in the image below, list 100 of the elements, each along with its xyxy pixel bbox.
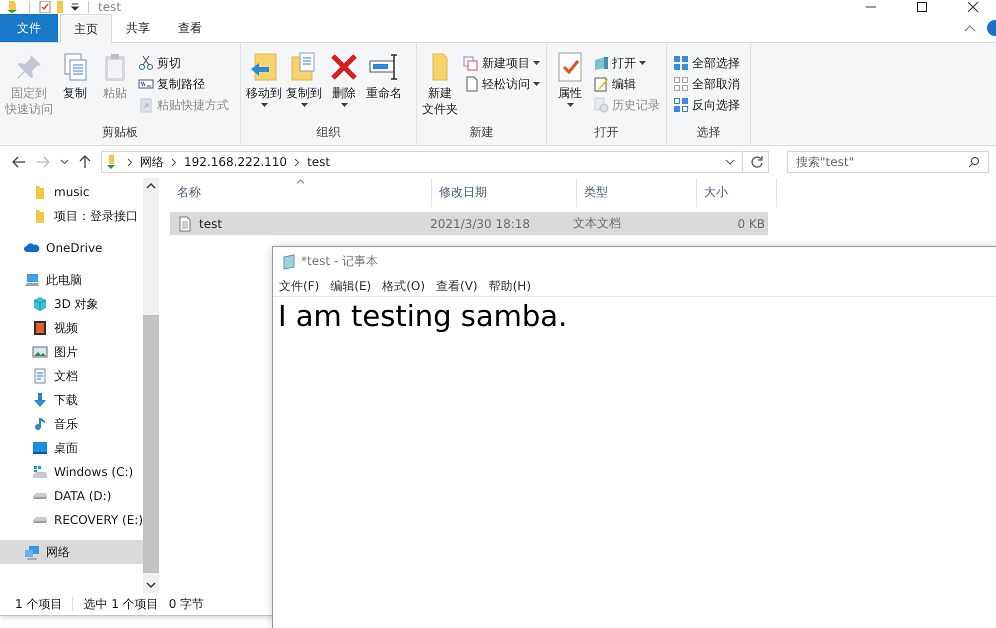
sidebar-item[interactable]: music — [0, 180, 144, 204]
ribbon-button[interactable]: 删除 — [325, 49, 363, 124]
ribbon-tab[interactable]: 共享 — [112, 14, 164, 42]
sidebar-item[interactable]: 图片 — [0, 340, 144, 364]
up-arrow-icon[interactable] — [79, 155, 91, 169]
drive-icon — [32, 516, 48, 524]
ribbon-button[interactable]: 复制到 — [285, 49, 323, 124]
ribbon-button[interactable]: 轻松访问 — [461, 74, 542, 94]
search-icon — [968, 156, 980, 168]
select-none-icon — [673, 76, 689, 92]
drive-icon — [32, 464, 48, 480]
menu-item[interactable]: 文件(F) — [279, 278, 320, 294]
sidebar-item[interactable]: DATA (D:) — [0, 484, 144, 508]
chevron-down-icon[interactable] — [60, 159, 69, 165]
group-label: 选择 — [696, 124, 722, 141]
group-label: 剪贴板 — [101, 124, 139, 141]
ribbon-button[interactable]: 移动到 — [245, 49, 283, 124]
scissors-icon — [138, 55, 154, 71]
menu-item[interactable]: 帮助(H) — [488, 278, 531, 294]
text-area[interactable]: I am testing samba. — [273, 297, 996, 335]
sidebar-item[interactable]: 网络 — [0, 540, 144, 564]
back-arrow-icon[interactable] — [12, 156, 26, 168]
column-header[interactable]: 类型 — [577, 178, 697, 207]
ribbon-button[interactable]: 属性 — [551, 49, 589, 124]
chevron-right-icon — [171, 158, 177, 166]
music-note-icon — [32, 416, 48, 432]
sidebar-item[interactable]: 视频 — [0, 316, 144, 340]
ribbon-button[interactable]: 新建项目 — [461, 53, 542, 73]
breadcrumb[interactable]: 192.168.222.110 — [184, 155, 288, 169]
item-count: 1 个项目 — [15, 596, 62, 612]
close-icon[interactable] — [967, 2, 979, 12]
sidebar-item[interactable]: 文档 — [0, 364, 144, 388]
ribbon-button[interactable]: 打开 — [591, 53, 662, 73]
scroll-thumb[interactable] — [143, 315, 160, 573]
sidebar-item[interactable]: 此电脑 — [0, 268, 144, 292]
group-label: 新建 — [468, 124, 494, 141]
ribbon-button[interactable]: 全部取消 — [671, 74, 742, 94]
new-item-icon — [463, 55, 479, 71]
column-header[interactable]: 名称 — [170, 178, 432, 207]
collapse-ribbon-icon[interactable] — [964, 24, 976, 32]
sidebar-item[interactable]: 桌面 — [0, 436, 144, 460]
ribbon-button[interactable]: 复制路径 — [136, 74, 231, 94]
file-row[interactable]: test 2021/3/30 18:18 文本文档 0 KB — [170, 212, 768, 235]
sidebar-item[interactable]: 音乐 — [0, 412, 144, 436]
edit-icon — [593, 76, 609, 92]
desktop-icon — [32, 440, 48, 456]
sidebar-item[interactable]: 3D 对象 — [0, 292, 144, 316]
notepad-icon — [281, 254, 297, 270]
table-cell: 2021/3/30 18:18 — [430, 216, 530, 230]
caret-icon[interactable] — [71, 3, 79, 11]
sidebar-item[interactable]: OneDrive — [0, 236, 144, 260]
ribbon-button[interactable]: 反向选择 — [671, 95, 742, 115]
film-icon — [32, 320, 48, 336]
breadcrumb[interactable]: 网络 — [140, 154, 164, 170]
selection-count: 选中 1 个项目 — [83, 596, 159, 612]
group-label: 打开 — [594, 124, 620, 141]
breadcrumb[interactable]: test — [307, 155, 330, 169]
table-cell: 0 KB — [737, 216, 765, 230]
sidebar-item[interactable]: 下载 — [0, 388, 144, 412]
window-title: *test - 记事本 — [301, 253, 378, 270]
invert-selection-icon — [673, 97, 689, 113]
properties-icon[interactable] — [39, 1, 51, 13]
ribbon-button[interactable]: 编辑 — [591, 74, 662, 94]
help-icon[interactable] — [986, 19, 996, 37]
ribbon-button[interactable]: 重命名 — [365, 49, 403, 124]
refresh-icon[interactable] — [750, 155, 764, 169]
chevron-right-icon — [127, 158, 133, 166]
chevron-down-icon[interactable] — [725, 159, 735, 165]
computer-icon — [24, 272, 40, 288]
search-field[interactable]: 搜索"test" — [787, 151, 989, 173]
text-file-icon — [177, 216, 193, 232]
menu-item[interactable]: 格式(O) — [382, 278, 426, 294]
ribbon-tab[interactable]: 文件 — [0, 14, 58, 42]
maximize-icon[interactable] — [916, 2, 928, 12]
history-icon — [593, 97, 609, 113]
selection-size: 0 字节 — [168, 596, 204, 612]
chevron-right-icon — [294, 158, 300, 166]
table-cell: test — [199, 216, 222, 230]
cube-icon — [32, 296, 48, 312]
sidebar-item[interactable]: RECOVERY (E:) — [0, 508, 144, 532]
sidebar-item[interactable]: 项目：登录接口 — [0, 204, 144, 228]
download-arrow-icon — [32, 392, 48, 408]
ribbon-tab[interactable]: 查看 — [164, 14, 216, 42]
shortcut-icon — [138, 97, 154, 113]
select-all-icon — [673, 55, 689, 71]
sidebar-item[interactable]: Windows (C:) — [0, 460, 144, 484]
document-icon — [32, 368, 48, 384]
menu-item[interactable]: 查看(V) — [436, 278, 478, 294]
image-icon — [32, 344, 48, 360]
ribbon-button[interactable]: 复制 — [56, 49, 94, 124]
column-header[interactable]: 大小 — [697, 178, 777, 207]
address-bar[interactable]: 网络 192.168.222.110 test — [101, 151, 769, 173]
table-cell: 文本文档 — [572, 215, 621, 232]
ribbon-button[interactable]: 剪切 — [136, 53, 231, 73]
ribbon-button[interactable]: 全部选择 — [671, 53, 742, 73]
scrollbar[interactable] — [143, 178, 160, 593]
ribbon-tab[interactable]: 主页 — [60, 14, 112, 43]
menu-item[interactable]: 编辑(E) — [330, 278, 372, 294]
column-header[interactable]: 修改日期 — [432, 178, 577, 207]
ribbon-button[interactable]: 新建 文件夹 — [421, 49, 459, 124]
